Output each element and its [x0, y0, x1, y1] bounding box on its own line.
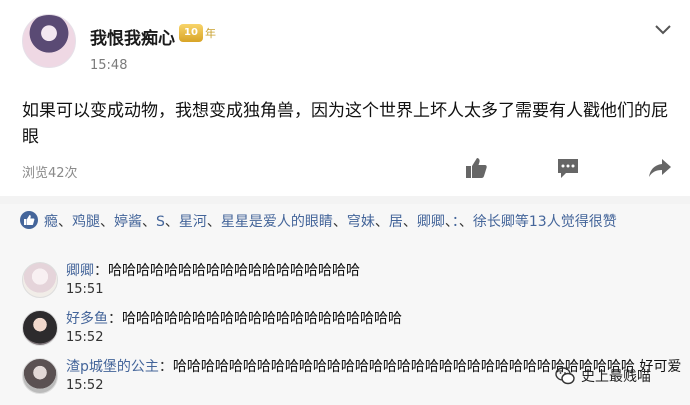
post-content: 如果可以变成动物，我想变成独角兽，因为这个世界上坏人太多了需要有人戳他们的屁眼 [22, 101, 668, 147]
watermark-text: 史上最贱喵 [581, 369, 651, 385]
post-card: 我恨我痴心 10 年 15:48 如果可以变成动物，我想变成独角兽，因为这个世界… [0, 0, 690, 196]
liker-name[interactable]: 星河 [179, 214, 207, 230]
liker-name[interactable]: 徐长卿 [473, 214, 515, 230]
liker-name[interactable]: 婷酱 [114, 214, 142, 230]
liker-separator: 、 [142, 214, 156, 230]
comment-separator: ： [158, 359, 173, 375]
member-badge: 10 年 [179, 24, 216, 42]
comment-time: 15:52 [66, 378, 104, 393]
liker-separator: 、 [332, 214, 347, 230]
liker-name[interactable]: 穹妹 [347, 214, 375, 230]
avatar[interactable] [22, 358, 58, 394]
liker-name[interactable]: 瘾 [44, 214, 58, 230]
comment-icon[interactable] [556, 156, 580, 180]
chevron-down-icon[interactable] [653, 22, 673, 38]
comment-text: 哈哈哈哈哈哈哈哈哈哈哈哈哈哈哈哈哈哈哈哈 [122, 311, 402, 327]
liker-separator: 、 [100, 214, 114, 230]
liker-separator: 、 [206, 214, 221, 230]
avatar[interactable] [22, 262, 58, 298]
comment-author[interactable]: 好多鱼 [66, 311, 108, 327]
section-divider [0, 196, 690, 204]
liker-name[interactable]: 居 [389, 214, 403, 230]
wechat-icon [555, 367, 575, 385]
badge-level: 10 [179, 24, 203, 42]
liker-name[interactable]: 鸡腿 [72, 214, 100, 230]
comment-separator: ： [94, 263, 108, 279]
liker-separator: 、 [374, 214, 389, 230]
liker-name[interactable]: 卿卿 [417, 214, 445, 230]
view-count: 浏览42次 [22, 166, 78, 181]
comment-author[interactable]: 卿卿 [66, 263, 94, 279]
likes-panel: 瘾、鸡腿、婷酱、S、星河、星星是爱人的眼睛、穹妹、居、卿卿、：、徐长卿等13人觉… [0, 204, 690, 260]
username[interactable]: 我恨我痴心 [90, 24, 175, 49]
comment-line: 卿卿：哈哈哈哈哈哈哈哈哈哈哈哈哈哈哈哈哈哈 [66, 260, 360, 280]
comment-time: 15:51 [66, 282, 104, 297]
like-icon[interactable] [464, 156, 488, 180]
comment-author[interactable]: 渣p城堡的公主 [66, 359, 159, 375]
comment-text: 哈哈哈哈哈哈哈哈哈哈哈哈哈哈哈哈哈哈 [108, 263, 360, 279]
comment-line: 好多鱼：哈哈哈哈哈哈哈哈哈哈哈哈哈哈哈哈哈哈哈哈 [66, 308, 402, 328]
likes-summary[interactable]: 等13人觉得很赞 [515, 214, 617, 230]
comment-item: 好多鱼：哈哈哈哈哈哈哈哈哈哈哈哈哈哈哈哈哈哈哈哈 15:52 [0, 308, 690, 352]
liker-separator: 、 [444, 214, 452, 230]
avatar[interactable] [22, 14, 76, 68]
liker-name[interactable]: 星星是爱人的眼睛 [221, 214, 333, 230]
avatar[interactable] [22, 310, 58, 346]
liker-separator: 、 [402, 214, 417, 230]
liker-separator: 、 [458, 214, 473, 230]
share-icon[interactable] [648, 156, 672, 180]
likes-list: 瘾、鸡腿、婷酱、S、星河、星星是爱人的眼睛、穹妹、居、卿卿、：、徐长卿等13人觉… [20, 210, 675, 235]
watermark: 史上最贱喵 [555, 364, 651, 388]
liker-separator: 、 [58, 214, 72, 230]
comment-separator: ： [108, 311, 122, 327]
liker-separator: 、 [164, 214, 179, 230]
comment-time: 15:52 [66, 330, 104, 345]
comment-item: 卿卿：哈哈哈哈哈哈哈哈哈哈哈哈哈哈哈哈哈哈 15:51 [0, 260, 690, 304]
liker-name[interactable]: S [156, 214, 165, 230]
liker-name[interactable]: ： [452, 214, 459, 230]
badge-text: 年 [205, 27, 216, 40]
post-time: 15:48 [90, 58, 128, 73]
